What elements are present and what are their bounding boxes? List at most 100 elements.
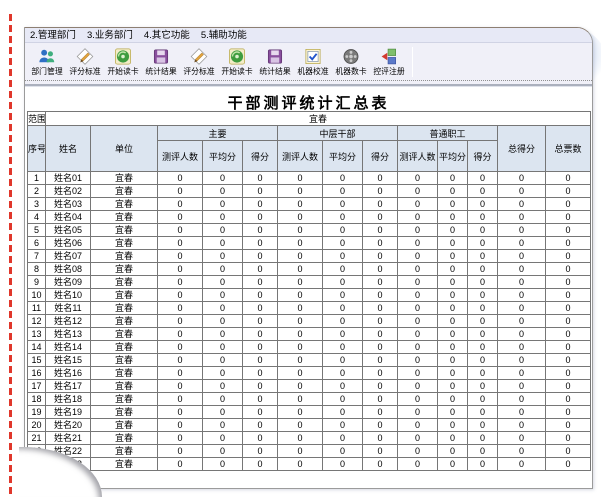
cell-value: 0 (278, 185, 323, 198)
row-unit: 宜春 (91, 354, 158, 367)
cell-value: 0 (438, 263, 468, 276)
cell-value: 0 (158, 276, 203, 289)
toolbar-button-10[interactable]: 控评注册 (370, 47, 408, 76)
column-header-average: 平均分 (323, 141, 363, 172)
row-seq: 16 (28, 367, 46, 380)
report-table: 范围 宜春 序号 姓名 单位 主要 中层干部 普通职工 总得分 总票数 测评人数… (27, 111, 591, 471)
register-icon (379, 47, 399, 66)
cell-value: 0 (323, 237, 363, 250)
cell-value: 0 (468, 328, 498, 341)
toolbar-button-6[interactable]: 开始读卡 (218, 47, 256, 76)
cell-value: 0 (546, 211, 591, 224)
cell-value: 0 (203, 445, 243, 458)
table-row: 19姓名19宜春00000000000 (28, 406, 591, 419)
cell-value: 0 (468, 211, 498, 224)
toolbar-button-1[interactable]: 部门管理 (28, 47, 66, 76)
scope-row: 范围 宜春 (28, 112, 591, 126)
cell-value: 0 (243, 328, 278, 341)
menu-item-3[interactable]: 4.其它功能 (144, 30, 190, 41)
cell-value: 0 (498, 250, 546, 263)
cell-value: 0 (468, 172, 498, 185)
cell-value: 0 (323, 445, 363, 458)
cell-value: 0 (203, 263, 243, 276)
cell-value: 0 (323, 328, 363, 341)
toolbar-button-label: 部门管理 (31, 67, 62, 75)
cell-value: 0 (203, 354, 243, 367)
row-unit: 宜春 (91, 263, 158, 276)
cell-value: 0 (363, 458, 398, 471)
cell-value: 0 (398, 367, 438, 380)
menu-item-1[interactable]: 2.管理部门 (30, 30, 76, 41)
cell-value: 0 (438, 237, 468, 250)
stats-disk-icon (265, 47, 285, 66)
row-unit: 宜春 (91, 315, 158, 328)
cell-value: 0 (158, 419, 203, 432)
cell-value: 0 (158, 172, 203, 185)
cell-value: 0 (468, 432, 498, 445)
cell-value: 0 (323, 198, 363, 211)
cell-value: 0 (468, 341, 498, 354)
cell-value: 0 (546, 393, 591, 406)
cell-value: 0 (438, 211, 468, 224)
table-row: 2姓名02宜春00000000000 (28, 185, 591, 198)
column-group-ordinary-staff: 普通职工 (398, 126, 498, 141)
toolbar-button-8[interactable]: 机器校准 (294, 47, 332, 76)
cell-value: 0 (323, 432, 363, 445)
toolbar-button-7[interactable]: 统计结果 (256, 47, 294, 76)
cell-value: 0 (363, 211, 398, 224)
cell-value: 0 (546, 276, 591, 289)
cell-value: 0 (243, 276, 278, 289)
toolbar-button-label: 评分标准 (183, 67, 214, 75)
cell-value: 0 (498, 263, 546, 276)
toolbar-button-3[interactable]: 开始读卡 (104, 47, 142, 76)
toolbar: 部门管理评分标准开始读卡统计结果评分标准开始读卡统计结果机器校准机器数卡控评注册 (25, 43, 592, 81)
row-seq: 11 (28, 302, 46, 315)
report-table-body: 1姓名01宜春000000000002姓名02宜春000000000003姓名0… (28, 172, 591, 471)
toolbar-button-5[interactable]: 评分标准 (180, 47, 218, 76)
cell-value: 0 (498, 393, 546, 406)
cell-value: 0 (398, 328, 438, 341)
cell-value: 0 (278, 380, 323, 393)
toolbar-button-9[interactable]: 机器数卡 (332, 47, 370, 76)
card-counter-reel-icon (341, 47, 361, 66)
cell-value: 0 (243, 341, 278, 354)
cell-value: 0 (498, 172, 546, 185)
row-seq: 20 (28, 419, 46, 432)
cell-value: 0 (363, 445, 398, 458)
row-name: 姓名08 (46, 263, 91, 276)
row-unit: 宜春 (91, 432, 158, 445)
cell-value: 0 (278, 276, 323, 289)
cell-value: 0 (278, 354, 323, 367)
cell-value: 0 (398, 211, 438, 224)
column-header-average: 平均分 (438, 141, 468, 172)
cell-value: 0 (398, 380, 438, 393)
toolbar-button-label: 统计结果 (259, 67, 290, 75)
report-title: 干部测评统计汇总表 (25, 87, 592, 111)
row-seq: 7 (28, 250, 46, 263)
cell-value: 0 (323, 224, 363, 237)
cell-value: 0 (468, 315, 498, 328)
row-seq: 15 (28, 354, 46, 367)
cell-value: 0 (243, 419, 278, 432)
cell-value: 0 (498, 328, 546, 341)
table-row: 8姓名08宜春00000000000 (28, 263, 591, 276)
cell-value: 0 (546, 354, 591, 367)
cell-value: 0 (438, 172, 468, 185)
toolbar-button-4[interactable]: 统计结果 (142, 47, 180, 76)
cell-value: 0 (158, 302, 203, 315)
toolbar-separator (412, 47, 413, 77)
row-name: 姓名18 (46, 393, 91, 406)
cell-value: 0 (323, 185, 363, 198)
table-row: 12姓名12宜春00000000000 (28, 315, 591, 328)
menu-item-4[interactable]: 5.辅助功能 (201, 30, 247, 41)
column-header-evaluators: 测评人数 (158, 141, 203, 172)
cell-value: 0 (398, 354, 438, 367)
cell-value: 0 (203, 341, 243, 354)
cell-value: 0 (323, 302, 363, 315)
cell-value: 0 (438, 315, 468, 328)
cell-value: 0 (278, 393, 323, 406)
menu-item-2[interactable]: 3.业务部门 (87, 30, 133, 41)
cell-value: 0 (498, 458, 546, 471)
toolbar-button-2[interactable]: 评分标准 (66, 47, 104, 76)
cell-value: 0 (498, 432, 546, 445)
